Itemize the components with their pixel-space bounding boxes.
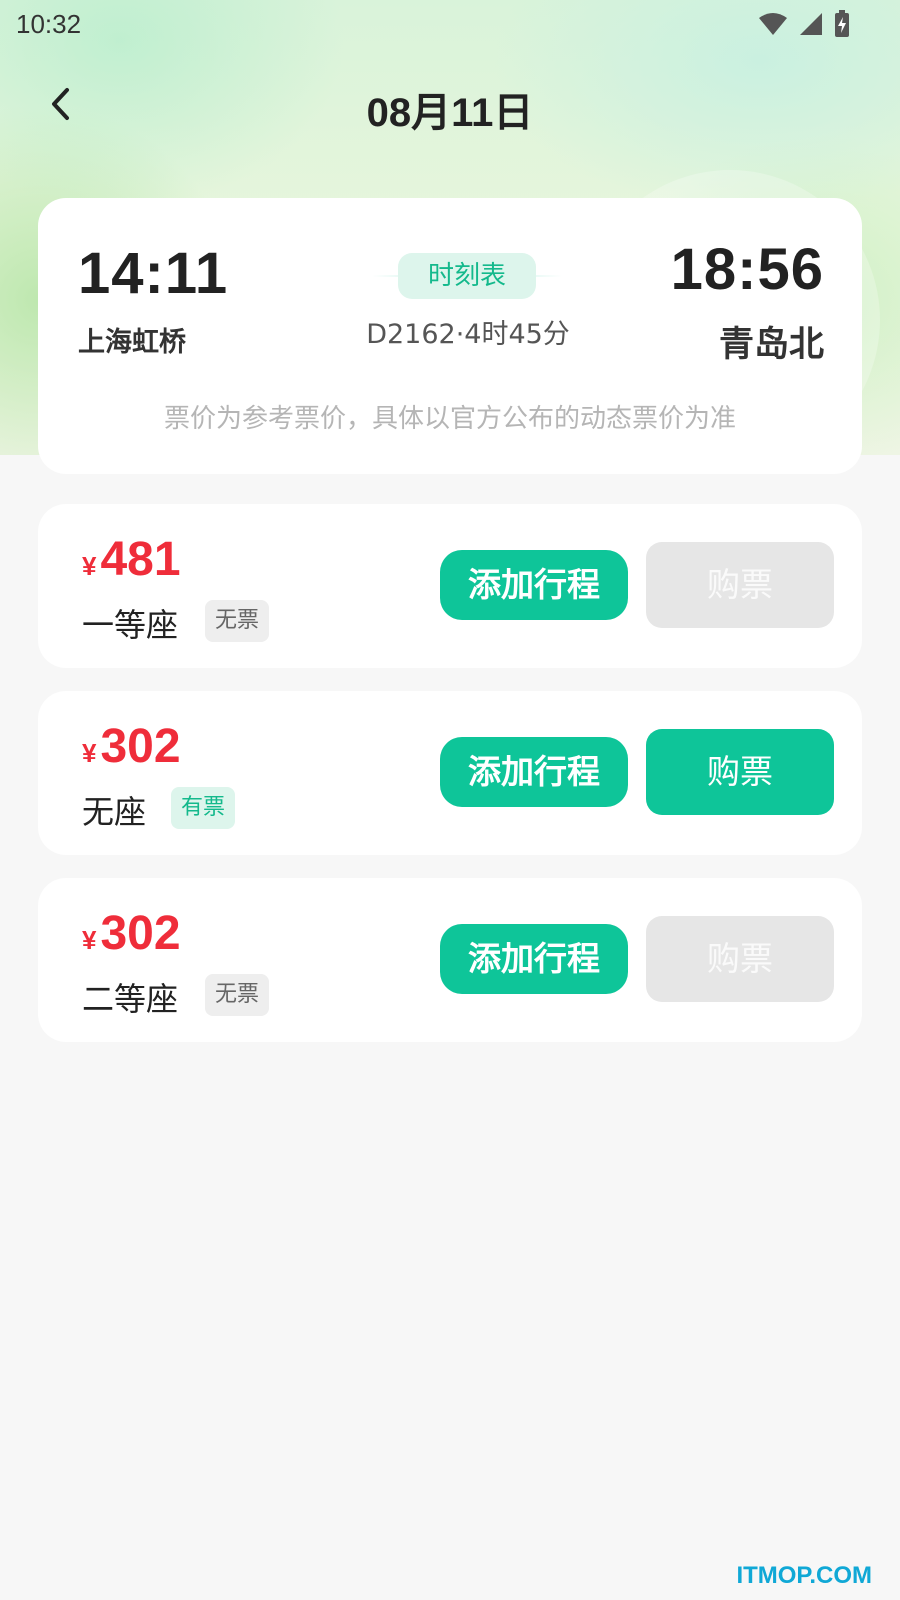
status-icons xyxy=(758,10,850,38)
availability-badge: 无票 xyxy=(205,974,270,1016)
seat-name: 二等座 xyxy=(82,980,179,1018)
buy-ticket-button[interactable]: 购票 xyxy=(646,729,834,815)
navigation-bar: 08月11日 xyxy=(0,70,900,140)
seat-price: ¥481 xyxy=(82,532,181,587)
add-itinerary-button[interactable]: 添加行程 xyxy=(440,924,628,994)
page-title: 08月11日 xyxy=(366,91,534,135)
seat-name: 一等座 xyxy=(82,606,179,644)
arrival-time: 18:56 xyxy=(670,237,824,302)
add-itinerary-button[interactable]: 添加行程 xyxy=(440,550,628,620)
buy-ticket-button[interactable]: 购票 xyxy=(646,542,834,628)
battery-icon xyxy=(835,10,849,37)
status-bar: 10:32 xyxy=(0,0,900,50)
timetable-button[interactable]: 时刻表 xyxy=(372,253,562,299)
price-amount: 302 xyxy=(100,907,181,960)
price-amount: 302 xyxy=(100,720,181,773)
availability-badge: 无票 xyxy=(205,600,270,642)
status-time: 10:32 xyxy=(16,9,82,39)
buy-ticket-button[interactable]: 购票 xyxy=(646,916,834,1002)
seat-name: 无座 xyxy=(82,793,147,831)
currency-symbol: ¥ xyxy=(82,925,97,955)
arrival-station: 青岛北 xyxy=(718,325,824,365)
departure-time: 14:11 xyxy=(78,241,229,306)
train-info: D2162·4时45分 xyxy=(366,319,570,350)
watermark: ITMOP.COM xyxy=(736,1562,872,1589)
seat-card-second-class: ¥302 二等座 无票 添加行程 购票 xyxy=(38,878,862,1042)
price-notice: 票价为参考票价，具体以官方公布的动态票价为准 xyxy=(163,404,736,434)
signal-icon xyxy=(800,13,822,35)
seat-price: ¥302 xyxy=(82,719,181,774)
wifi-icon xyxy=(759,13,787,35)
availability-badge: 有票 xyxy=(171,787,236,829)
price-amount: 481 xyxy=(100,533,181,586)
timetable-label: 时刻表 xyxy=(397,253,536,299)
departure-station: 上海虹桥 xyxy=(78,327,186,358)
trip-summary-card: 14:11 上海虹桥 时刻表 D2162·4时45分 18:56 青岛北 票价为… xyxy=(38,198,862,474)
add-itinerary-button[interactable]: 添加行程 xyxy=(440,737,628,807)
seat-price: ¥302 xyxy=(82,906,181,961)
currency-symbol: ¥ xyxy=(82,738,97,768)
seat-card-first-class: ¥481 一等座 无票 添加行程 购票 xyxy=(38,504,862,668)
seat-card-no-seat: ¥302 无座 有票 添加行程 购票 xyxy=(38,691,862,855)
currency-symbol: ¥ xyxy=(82,551,97,581)
